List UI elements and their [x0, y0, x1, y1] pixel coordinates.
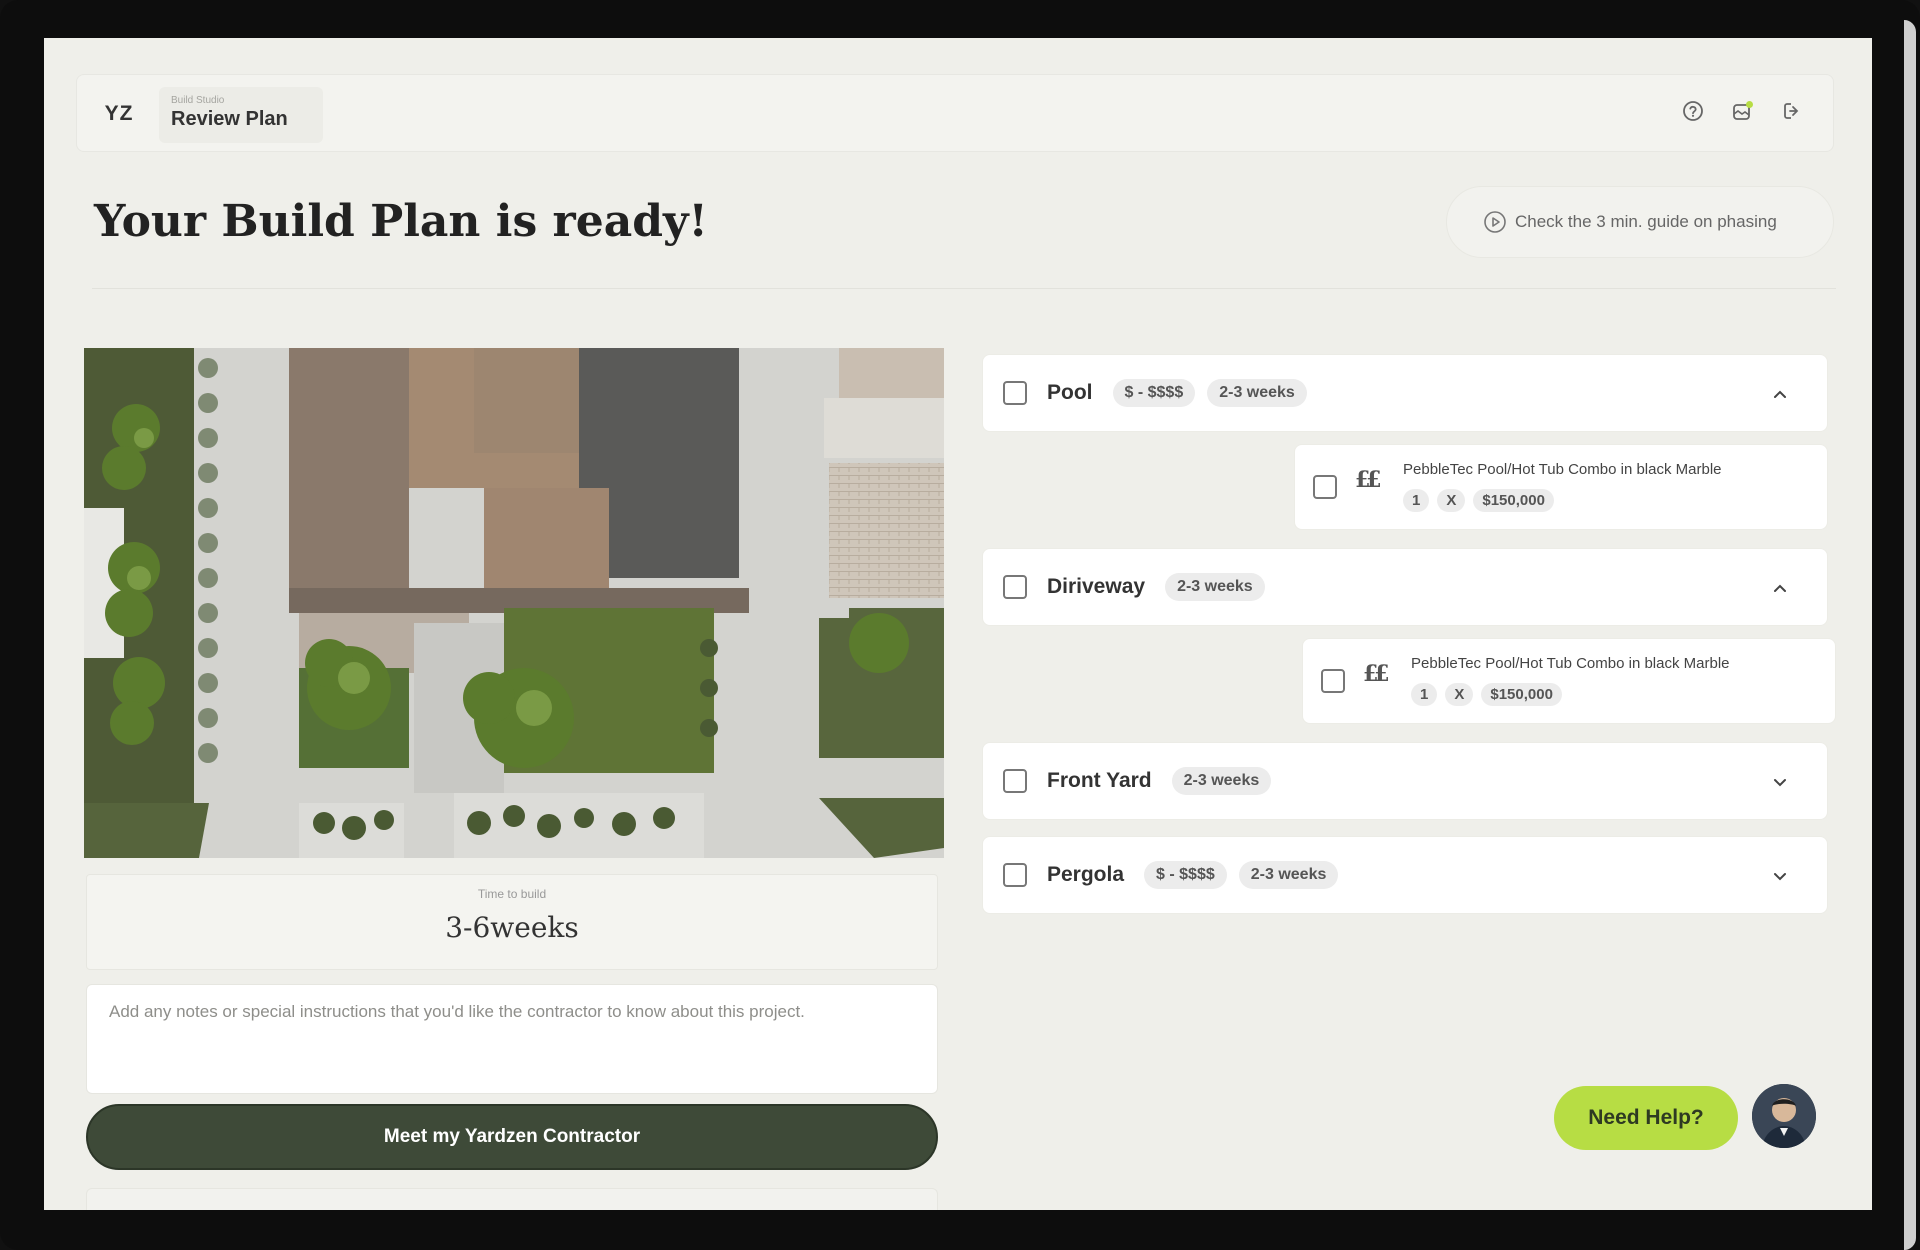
section-front-yard-duration: 2-3 weeks [1171, 767, 1272, 795]
site-plan-image [84, 348, 944, 858]
section-pergola-checkbox[interactable] [1003, 863, 1027, 887]
section-driveway[interactable]: Diriveway 2-3 weeks [982, 548, 1828, 626]
driveway-item-meta: 1 X $150,000 [1411, 683, 1562, 706]
section-pool-duration: 2-3 weeks [1207, 379, 1307, 407]
pool-item-meta: 1 X $150,000 [1403, 489, 1554, 512]
need-help-button[interactable]: Need Help? [1554, 1086, 1738, 1150]
help-icon[interactable] [1679, 97, 1707, 125]
section-pergola-price: $ - $$$$ [1144, 861, 1227, 889]
notification-icon[interactable] [1729, 97, 1757, 125]
time-to-build-value: 3-6weeks [445, 911, 579, 944]
driveway-item-qty: 1 [1411, 683, 1438, 706]
top-bar-actions [1679, 97, 1807, 125]
chevron-up-icon[interactable] [1769, 383, 1791, 405]
app-screen: YZ Build Studio Review Plan Your Build P… [44, 38, 1872, 1210]
driveway-item-times: X [1445, 683, 1474, 706]
secondary-link-row [86, 1188, 938, 1210]
section-driveway-duration: 2-3 weeks [1165, 573, 1265, 601]
pool-item-times: X [1437, 489, 1466, 512]
driveway-item-title: PebbleTec Pool/Hot Tub Combo in black Ma… [1411, 655, 1730, 672]
pound-sign-icon: ££ [1363, 661, 1390, 687]
time-to-build-card: Time to build 3-6weeks [86, 874, 938, 970]
yardzen-logo[interactable]: YZ [93, 89, 145, 139]
phasing-guide-link[interactable]: Check the 3 min. guide on phasing [1446, 186, 1834, 258]
logout-icon[interactable] [1779, 97, 1807, 125]
chevron-down-icon[interactable] [1769, 865, 1791, 887]
pool-item-price: $150,000 [1473, 489, 1554, 512]
meet-contractor-button[interactable]: Meet my Yardzen Contractor [86, 1104, 938, 1170]
pool-line-item[interactable]: ££ PebbleTec Pool/Hot Tub Combo in black… [1294, 444, 1828, 530]
page-title: Your Build Plan is ready! [94, 196, 708, 247]
chevron-up-icon[interactable] [1769, 577, 1791, 599]
pool-item-qty: 1 [1403, 489, 1430, 512]
section-front-yard-name: Front Yard [1047, 769, 1152, 792]
top-bar: YZ Build Studio Review Plan [76, 74, 1834, 152]
section-pool-name: Pool [1047, 381, 1093, 404]
breadcrumb-parent: Build Studio [171, 95, 225, 106]
chevron-down-icon[interactable] [1769, 771, 1791, 793]
section-front-yard-checkbox[interactable] [1003, 769, 1027, 793]
section-pergola-duration: 2-3 weeks [1238, 861, 1339, 889]
pound-sign-icon: ££ [1355, 467, 1382, 493]
pool-item-title: PebbleTec Pool/Hot Tub Combo in black Ma… [1403, 461, 1722, 478]
section-front-yard[interactable]: Front Yard 2-3 weeks [982, 742, 1828, 820]
section-driveway-name: Diriveway [1047, 575, 1146, 598]
title-divider [92, 288, 1836, 289]
time-to-build-label: Time to build [477, 887, 547, 901]
section-pergola-name: Pergola [1047, 863, 1125, 886]
contractor-notes-input[interactable] [86, 984, 938, 1094]
driveway-line-item[interactable]: ££ PebbleTec Pool/Hot Tub Combo in black… [1302, 638, 1836, 724]
section-pool[interactable]: Pool $ - $$$$ 2-3 weeks [982, 354, 1828, 432]
play-circle-icon [1484, 211, 1506, 233]
breadcrumb[interactable]: Build Studio Review Plan [159, 87, 323, 143]
section-pergola[interactable]: Pergola $ - $$$$ 2-3 weeks [982, 836, 1828, 914]
phasing-guide-label: Check the 3 min. guide on phasing [1515, 212, 1777, 231]
tablet-bezel-edge [1904, 20, 1916, 1250]
section-driveway-checkbox[interactable] [1003, 575, 1027, 599]
driveway-item-checkbox[interactable] [1321, 669, 1345, 693]
support-agent-avatar[interactable] [1752, 1084, 1816, 1148]
section-pool-checkbox[interactable] [1003, 381, 1027, 405]
pool-item-checkbox[interactable] [1313, 475, 1337, 499]
breadcrumb-current: Review Plan [171, 108, 288, 130]
driveway-item-price: $150,000 [1481, 683, 1562, 706]
tablet-device: YZ Build Studio Review Plan Your Build P… [0, 0, 1920, 1250]
section-pool-price: $ - $$$$ [1112, 379, 1196, 407]
